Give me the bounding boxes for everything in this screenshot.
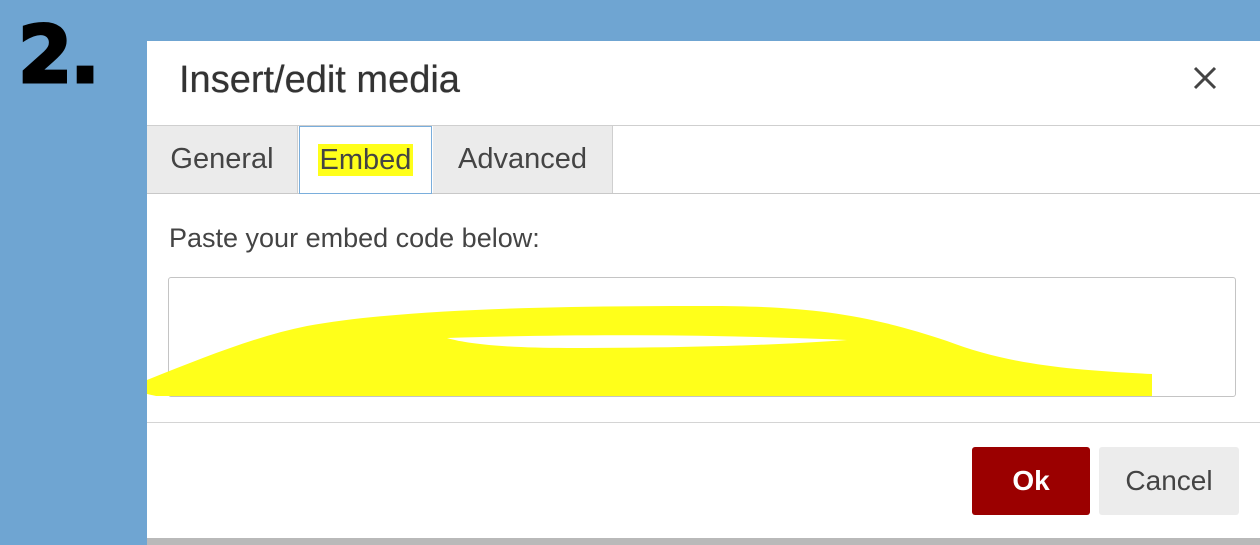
- tab-advanced-label: Advanced: [458, 143, 587, 175]
- dialog-footer: [147, 422, 1260, 545]
- close-icon: [1193, 66, 1217, 90]
- dialog-title: Insert/edit media: [179, 59, 460, 101]
- tab-embed[interactable]: Embed: [299, 126, 432, 194]
- step-number: 2.: [17, 10, 102, 103]
- tab-embed-label: Embed: [317, 144, 414, 176]
- tab-general[interactable]: General: [147, 126, 298, 193]
- tab-bar: General Embed Advanced: [147, 126, 1260, 194]
- dialog-header: Insert/edit media: [147, 41, 1260, 126]
- cancel-button[interactable]: Cancel: [1099, 447, 1239, 515]
- footer-bottom-border: [147, 538, 1260, 545]
- embed-code-label: Paste your embed code below:: [169, 223, 540, 253]
- ok-button[interactable]: Ok: [972, 447, 1090, 515]
- tab-advanced[interactable]: Advanced: [433, 126, 613, 193]
- highlighter-scribble: [147, 306, 1152, 396]
- insert-edit-media-dialog: Insert/edit media General Embed Advanced…: [147, 41, 1260, 545]
- close-button[interactable]: [1188, 61, 1222, 95]
- tab-general-label: General: [170, 143, 274, 175]
